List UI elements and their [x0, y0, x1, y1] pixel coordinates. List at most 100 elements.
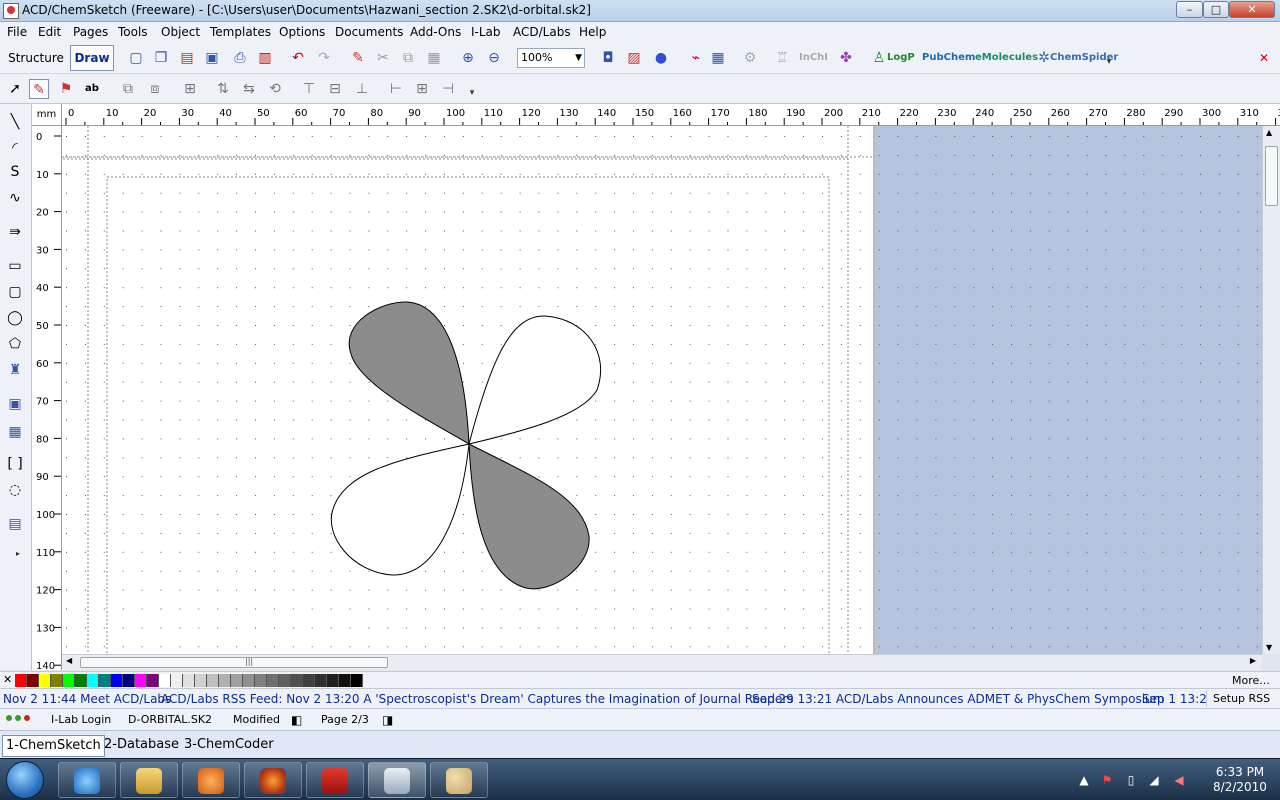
acrobat-taskbar-icon[interactable] — [306, 762, 364, 798]
paint-taskbar-icon[interactable] — [430, 762, 488, 798]
orbital-lobe-top-right[interactable] — [468, 315, 602, 445]
flip-horizontal-icon[interactable]: ⇆ — [239, 79, 259, 99]
orbital-lobe-bottom-left[interactable] — [330, 443, 470, 576]
menu-tools[interactable]: Tools — [118, 25, 148, 39]
scroll-left-icon[interactable]: ◀ — [66, 656, 72, 665]
copy-icon[interactable]: ⧉ — [398, 48, 418, 68]
zoom-out-icon[interactable]: ⊖ — [484, 48, 504, 68]
tab-database[interactable]: 2-Database — [101, 735, 182, 757]
arrow-tool-icon[interactable]: ⇛ — [5, 222, 25, 242]
color-swatch[interactable] — [147, 674, 159, 687]
table-icon[interactable]: ▦ — [708, 48, 728, 68]
color-swatch[interactable] — [39, 674, 51, 687]
save-icon[interactable]: ▣ — [202, 48, 222, 68]
firefox-taskbar-icon[interactable] — [244, 762, 302, 798]
color-swatch[interactable] — [135, 674, 147, 687]
group-icon[interactable]: ⧉ — [118, 79, 138, 99]
pubchem-button[interactable]: PubChem — [922, 48, 975, 68]
scroll-down-icon[interactable]: ▼ — [1266, 643, 1272, 652]
chemsketch-taskbar-icon[interactable] — [368, 762, 426, 798]
color-swatch[interactable] — [111, 674, 123, 687]
select-lasso-icon[interactable]: ✎ — [29, 79, 49, 99]
explorer-taskbar-icon[interactable] — [120, 762, 178, 798]
color-swatch[interactable] — [327, 674, 339, 687]
color-swatch[interactable] — [63, 674, 75, 687]
dna-icon[interactable]: ✤ — [836, 48, 856, 68]
color-swatch[interactable] — [195, 674, 207, 687]
media-player-taskbar-icon[interactable] — [182, 762, 240, 798]
structure-mode-button[interactable]: Structure — [6, 45, 66, 71]
action-center-icon[interactable]: ⚑ — [1100, 773, 1114, 787]
color-swatch[interactable] — [159, 674, 171, 687]
color-swatch[interactable] — [99, 674, 111, 687]
inchi-label[interactable]: InChI — [799, 48, 828, 68]
d-orbital-drawing[interactable] — [330, 301, 602, 590]
spline-tool-icon[interactable]: ∿ — [5, 188, 25, 208]
fill-tool-icon[interactable]: ♜ — [5, 360, 25, 380]
color-swatch[interactable] — [339, 674, 351, 687]
menu-acd-labs[interactable]: ACD/Labs — [513, 25, 571, 39]
menu-pages[interactable]: Pages — [73, 25, 108, 39]
rounded-rectangle-tool-icon[interactable]: ▢ — [5, 282, 25, 302]
menu-documents[interactable]: Documents — [335, 25, 403, 39]
toolbar2-more-icon[interactable]: ▾ — [462, 83, 482, 103]
tab-chemcoder[interactable]: 3-ChemCoder — [181, 735, 277, 757]
ilab-login[interactable]: I-Lab Login — [51, 713, 111, 726]
rss-item[interactable]: ACD/Labs RSS Feed: Nov 2 13:20 A 'Spectr… — [161, 692, 794, 706]
menu-i-lab[interactable]: I-Lab — [471, 25, 501, 39]
battery-icon[interactable]: ▯ — [1124, 773, 1138, 787]
logp-label[interactable]: LogP — [887, 48, 915, 68]
color-swatch[interactable] — [219, 674, 231, 687]
calculate-icon[interactable]: ⚙ — [740, 48, 760, 68]
start-button-icon[interactable] — [6, 761, 44, 799]
color-swatch[interactable] — [171, 674, 183, 687]
align-center-icon[interactable]: ⊞ — [412, 79, 432, 99]
clock[interactable]: 6:33 PM 8/2/2010 — [1205, 765, 1275, 795]
table-tool-icon[interactable]: ▦ — [5, 422, 25, 442]
color-swatch[interactable] — [231, 674, 243, 687]
orbital-lobe-bottom-right[interactable] — [468, 443, 590, 590]
color-swatch[interactable] — [183, 674, 195, 687]
lab-equipment-icon[interactable]: ▣ — [5, 394, 25, 414]
templates-icon[interactable]: ▤ — [5, 514, 25, 534]
redo-icon[interactable]: ↷ — [314, 48, 334, 68]
color-swatch[interactable] — [75, 674, 87, 687]
ellipse-tool-icon[interactable]: ◯ — [5, 308, 25, 328]
rotate-icon[interactable]: ⟲ — [265, 79, 285, 99]
color-swatch[interactable] — [15, 674, 27, 687]
vertical-scrollbar[interactable]: ▲ ▼ — [1262, 126, 1280, 654]
scroll-up-icon[interactable]: ▲ — [1266, 128, 1272, 137]
scroll-right-icon[interactable]: ▶ — [1250, 656, 1256, 665]
ie-taskbar-icon[interactable] — [58, 762, 116, 798]
molecule-icon[interactable]: ● — [651, 48, 671, 68]
menu-add-ons[interactable]: Add-Ons — [410, 25, 461, 39]
resize-icon[interactable]: ⊞ — [180, 79, 200, 99]
line-tool-icon[interactable]: ╲ — [5, 112, 25, 132]
tab-chemsketch[interactable]: 1-ChemSketch — [2, 735, 105, 757]
select-move-icon[interactable]: ⚑ — [56, 79, 76, 99]
color-swatch[interactable] — [303, 674, 315, 687]
minimize-button[interactable]: – — [1176, 1, 1203, 18]
horizontal-scrollbar[interactable]: ◀ ||| ▶ — [62, 654, 1262, 670]
new-page-icon[interactable]: ❐ — [151, 48, 171, 68]
menu-edit[interactable]: Edit — [38, 25, 61, 39]
maximize-button[interactable]: □ — [1203, 1, 1229, 18]
color-swatch[interactable] — [315, 674, 327, 687]
curve-tool-icon[interactable]: S — [5, 162, 25, 182]
3d-viewer-icon[interactable]: ◘ — [598, 48, 618, 68]
app-icon[interactable] — [3, 3, 19, 19]
flask-icon[interactable]: ♖ — [772, 48, 792, 68]
new-document-icon[interactable]: ▢ — [126, 48, 146, 68]
more-colors-button[interactable]: More... — [1232, 674, 1270, 687]
next-page-icon[interactable]: ◨ — [382, 713, 393, 727]
color-swatch[interactable] — [51, 674, 63, 687]
draw-mode-button[interactable]: Draw — [70, 45, 114, 71]
spectrum-icon[interactable]: ⌁ — [686, 48, 706, 68]
callout-tool-icon[interactable]: ◌ — [5, 480, 25, 500]
drawing-canvas[interactable] — [62, 126, 1262, 654]
color-swatch[interactable] — [87, 674, 99, 687]
setup-rss-button[interactable]: Setup RSS — [1206, 690, 1280, 707]
flip-vertical-icon[interactable]: ⇅ — [213, 79, 233, 99]
volume-muted-icon[interactable]: ◀ — [1172, 773, 1186, 787]
export-pdf-icon[interactable]: ▥ — [255, 48, 275, 68]
